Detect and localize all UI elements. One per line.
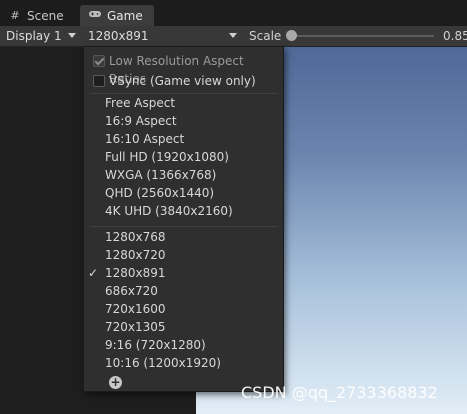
- menu-item[interactable]: 10:16 (1200x1920): [84, 354, 283, 372]
- menu-item[interactable]: Full HD (1920x1080): [84, 148, 283, 166]
- menu-item[interactable]: 720x1305: [84, 318, 283, 336]
- checkbox-icon: [93, 55, 105, 67]
- tab-game[interactable]: Game: [80, 5, 154, 26]
- add-resolution-icon[interactable]: +: [109, 376, 122, 389]
- menu-item-selected[interactable]: ✓ 1280x891: [84, 264, 283, 282]
- tab-scene-label: Scene: [27, 8, 64, 23]
- watermark: CSDN @qq_2733368832: [241, 383, 438, 402]
- chevron-down-icon: [68, 33, 76, 38]
- scale-value: 0.85: [443, 29, 467, 43]
- menu-item[interactable]: Free Aspect: [84, 94, 283, 112]
- menu-item[interactable]: 9:16 (720x1280): [84, 336, 283, 354]
- scale-label: Scale: [249, 29, 282, 43]
- resolution-menu: Low Resolution Aspect Ratios VSync (Game…: [83, 46, 284, 392]
- grid-icon: #: [10, 9, 20, 22]
- vsync-option[interactable]: VSync (Game view only): [84, 72, 283, 90]
- tab-game-label: Game: [107, 8, 143, 23]
- menu-item[interactable]: 1280x720: [84, 246, 283, 264]
- scale-slider-thumb[interactable]: [286, 30, 297, 41]
- chevron-down-icon: [229, 33, 237, 38]
- game-toolbar: Display 1 1280x891 Scale 0.85: [0, 26, 467, 47]
- checkmark-icon: ✓: [88, 266, 99, 280]
- menu-item[interactable]: 1280x768: [84, 228, 283, 246]
- menu-item[interactable]: WXGA (1366x768): [84, 166, 283, 184]
- menu-item[interactable]: 16:9 Aspect: [84, 112, 283, 130]
- display-dropdown[interactable]: Display 1: [0, 26, 81, 46]
- menu-divider: [90, 226, 278, 227]
- menu-item[interactable]: 16:10 Aspect: [84, 130, 283, 148]
- menu-item[interactable]: QHD (2560x1440): [84, 184, 283, 202]
- menu-item[interactable]: 4K UHD (3840x2160): [84, 202, 283, 220]
- tab-bar: # Scene Game: [0, 0, 467, 26]
- display-dropdown-label: Display 1: [6, 29, 62, 43]
- scale-slider-track[interactable]: [292, 35, 434, 37]
- checkbox-icon: [93, 75, 105, 87]
- menu-item[interactable]: 686x720: [84, 282, 283, 300]
- menu-item[interactable]: 720x1600: [84, 300, 283, 318]
- resolution-dropdown-label: 1280x891: [88, 29, 149, 43]
- resolution-dropdown[interactable]: 1280x891: [82, 26, 242, 46]
- tab-scene[interactable]: # Scene: [0, 5, 80, 26]
- gamepad-icon: [88, 9, 102, 22]
- low-res-aspect-option[interactable]: Low Resolution Aspect Ratios: [84, 52, 283, 86]
